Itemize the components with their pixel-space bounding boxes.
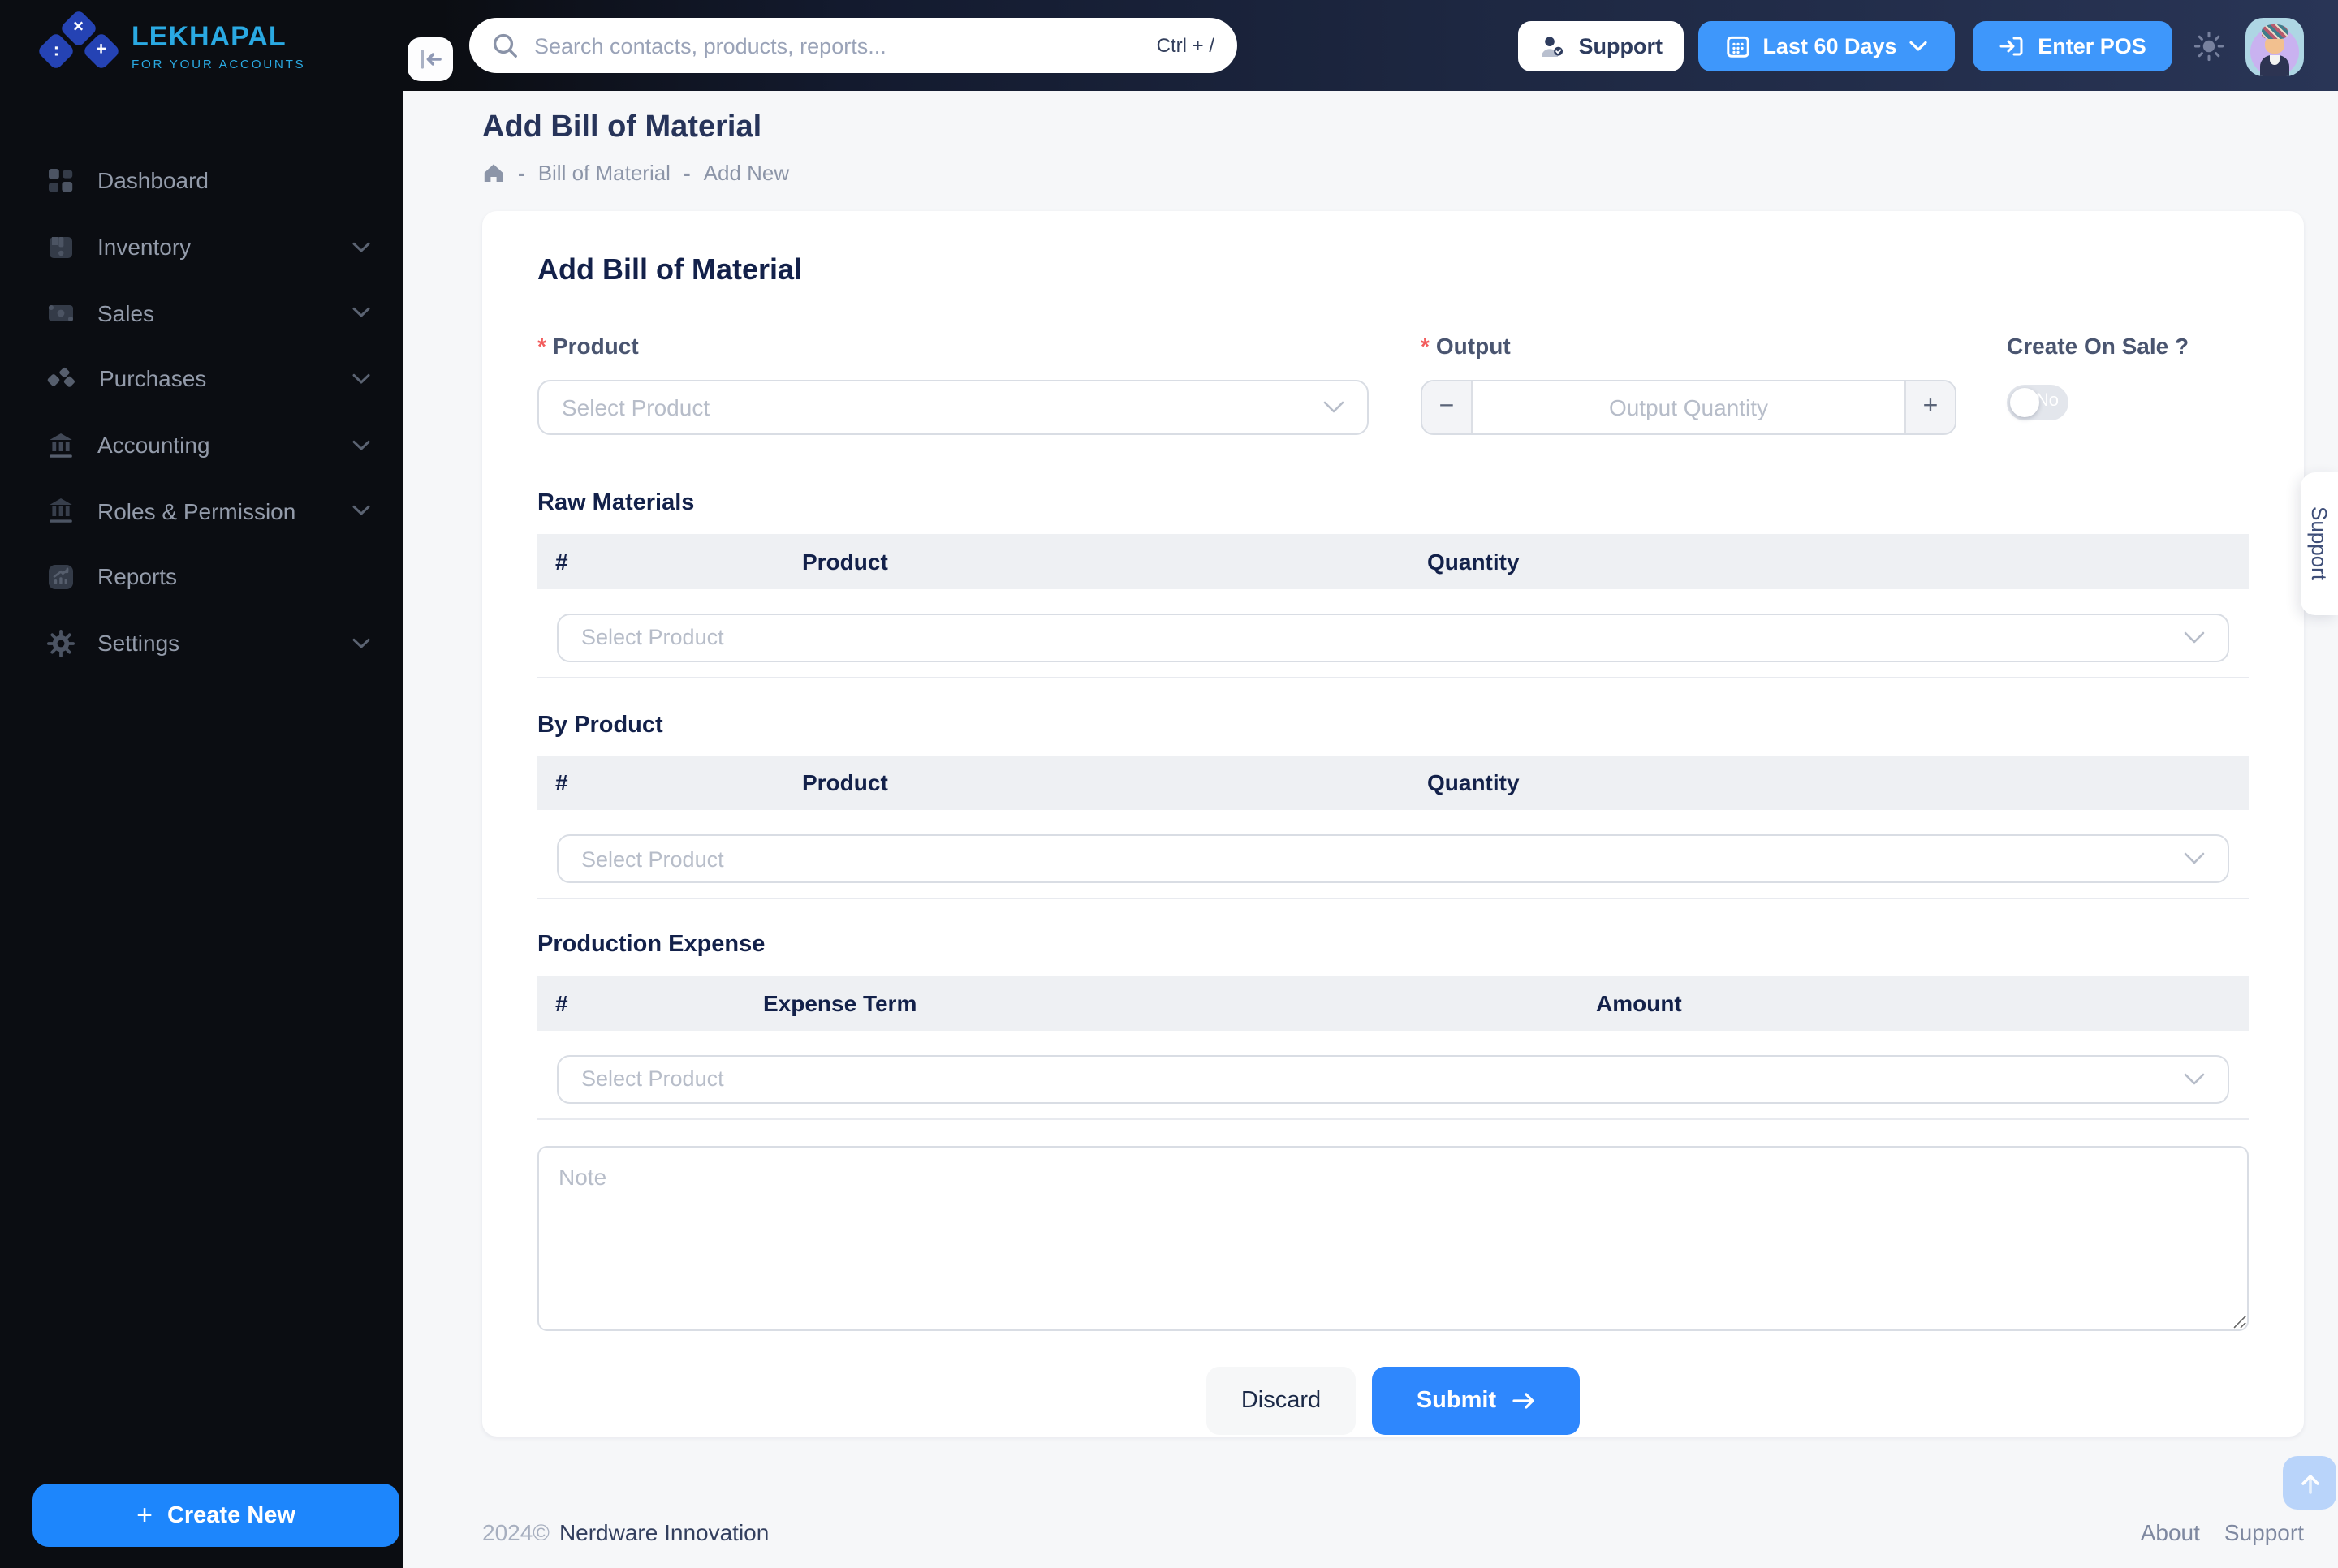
section-title-by-product: By Product: [537, 712, 663, 738]
user-check-icon: [1540, 33, 1568, 59]
product-select[interactable]: Select Product: [537, 380, 1369, 435]
expense-term-select[interactable]: Select Product: [557, 1054, 2229, 1103]
product-label: * Product: [537, 333, 639, 359]
footer-year: 2024©: [482, 1519, 550, 1545]
arrow-up-icon: [2297, 1470, 2323, 1496]
sidebar-item-inventory[interactable]: Inventory: [0, 213, 403, 279]
output-quantity-stepper: − +: [1421, 380, 1956, 435]
production-expense-table: # Expense Term Amount Select Product: [537, 976, 2249, 1119]
purchases-icon: [47, 367, 76, 391]
reports-icon: [47, 563, 75, 591]
settings-gear-icon: [47, 629, 75, 657]
table-row: Select Product: [537, 1030, 2249, 1118]
section-title-raw-materials: Raw Materials: [537, 490, 695, 516]
sales-icon: [47, 301, 75, 324]
by-product-table: # Product Quantity Select Product: [537, 756, 2249, 899]
chevron-down-icon: [352, 373, 370, 385]
sidebar-item-reports[interactable]: Reports: [0, 544, 403, 610]
footer-link-support[interactable]: Support: [2224, 1519, 2304, 1545]
chevron-down-icon: [352, 241, 370, 252]
chevron-down-icon: [352, 637, 370, 648]
brand-name: LEKHAPAL: [132, 20, 287, 51]
discard-button[interactable]: Discard: [1206, 1366, 1356, 1434]
by-product-select[interactable]: Select Product: [557, 834, 2229, 883]
toggle-state-label: No: [2035, 391, 2059, 411]
brand-logo: × : + LEKHAPAL FOR YOUR ACCOUNTS: [36, 8, 306, 83]
sun-icon: [2193, 31, 2224, 62]
sidebar-item-purchases[interactable]: Purchases: [0, 346, 403, 411]
chevron-down-icon: [2184, 1072, 2205, 1085]
add-bom-form-card: Add Bill of Material * Product Select Pro…: [482, 211, 2304, 1437]
dashboard-icon: [47, 167, 75, 195]
topbar: × : + LEKHAPAL FOR YOUR ACCOUNTS Ctrl + …: [0, 0, 2338, 91]
sidebar-item-sales[interactable]: Sales: [0, 280, 403, 346]
page-title: Add Bill of Material: [482, 110, 762, 144]
roles-bank-icon: [47, 498, 75, 525]
section-title-production-expense: Production Expense: [537, 932, 766, 958]
search-icon: [492, 32, 520, 59]
output-quantity-input[interactable]: [1473, 381, 1904, 433]
breadcrumb-bill-of-material[interactable]: Bill of Material: [538, 161, 671, 185]
calendar-icon: [1725, 34, 1749, 58]
sidebar: Dashboard Inventory Sales Purchases Acco…: [0, 91, 403, 1568]
chevron-down-icon: [2184, 852, 2205, 865]
toggle-knob: [2010, 388, 2039, 417]
brand-tagline: FOR YOUR ACCOUNTS: [132, 56, 306, 71]
chevron-down-icon: [1909, 41, 1928, 52]
create-new-button[interactable]: + Create New: [32, 1484, 399, 1547]
sidebar-item-dashboard[interactable]: Dashboard: [0, 148, 403, 213]
enter-pos-button[interactable]: Enter POS: [1973, 21, 2172, 71]
accounting-bank-icon: [47, 431, 75, 459]
date-range-button[interactable]: Last 60 Days: [1698, 21, 1955, 71]
chevron-down-icon: [352, 307, 370, 318]
search-shortcut: Ctrl + /: [1156, 34, 1214, 57]
quantity-decrement-button[interactable]: −: [1422, 381, 1473, 433]
raw-material-product-select[interactable]: Select Product: [557, 613, 2229, 661]
chevron-down-icon: [352, 506, 370, 517]
breadcrumb-add-new[interactable]: Add New: [704, 161, 790, 185]
footer-link-about[interactable]: About: [2141, 1519, 2200, 1545]
sidebar-item-roles-permission[interactable]: Roles & Permission: [0, 478, 403, 544]
chevron-down-icon: [1323, 401, 1344, 414]
sidebar-collapse-button[interactable]: [408, 37, 453, 81]
raw-materials-table: # Product Quantity Select Product: [537, 534, 2249, 678]
submit-button[interactable]: Submit: [1372, 1366, 1580, 1434]
chevron-down-icon: [2184, 631, 2205, 644]
home-icon[interactable]: [482, 162, 505, 183]
support-button[interactable]: Support: [1518, 21, 1684, 71]
create-on-sale-label: Create On Sale ?: [2007, 333, 2189, 359]
scroll-to-top-button[interactable]: [2283, 1456, 2336, 1510]
lekhapal-logo-icon: × : +: [36, 8, 122, 81]
footer: 2024© Nerdware Innovation About Support: [482, 1500, 2304, 1565]
main-content: Add Bill of Material - Bill of Material …: [403, 91, 2338, 1568]
arrow-right-icon: [1511, 1390, 1535, 1410]
sidebar-item-settings[interactable]: Settings: [0, 610, 403, 676]
chevron-down-icon: [352, 439, 370, 450]
global-search: Ctrl + /: [469, 18, 1237, 73]
table-row: Select Product: [537, 810, 2249, 898]
topbar-actions: Support Last 60 Days Enter POS: [1518, 17, 2304, 75]
inventory-icon: [47, 233, 75, 261]
table-row: Select Product: [537, 588, 2249, 676]
theme-toggle-button[interactable]: [2193, 31, 2224, 62]
output-label: * Output: [1421, 333, 1511, 359]
support-side-tab[interactable]: Support: [2301, 472, 2338, 615]
footer-company: Nerdware Innovation: [559, 1519, 770, 1545]
plus-icon: +: [136, 1499, 153, 1530]
note-textarea[interactable]: [537, 1145, 2249, 1330]
table-header: # Product Quantity: [537, 756, 2249, 810]
login-icon: [1999, 34, 2025, 58]
form-heading: Add Bill of Material: [537, 253, 803, 286]
search-input[interactable]: [534, 33, 1142, 58]
sidebar-item-accounting[interactable]: Accounting: [0, 412, 403, 478]
quantity-increment-button[interactable]: +: [1904, 381, 1955, 433]
collapse-arrow-icon: [418, 49, 442, 70]
create-on-sale-toggle[interactable]: No: [2007, 385, 2068, 420]
breadcrumb: - Bill of Material - Add New: [482, 161, 2338, 185]
table-header: # Expense Term Amount: [537, 976, 2249, 1030]
user-avatar[interactable]: [2245, 17, 2304, 75]
app-window: × : + LEKHAPAL FOR YOUR ACCOUNTS Ctrl + …: [0, 0, 2338, 1568]
table-header: # Product Quantity: [537, 534, 2249, 588]
